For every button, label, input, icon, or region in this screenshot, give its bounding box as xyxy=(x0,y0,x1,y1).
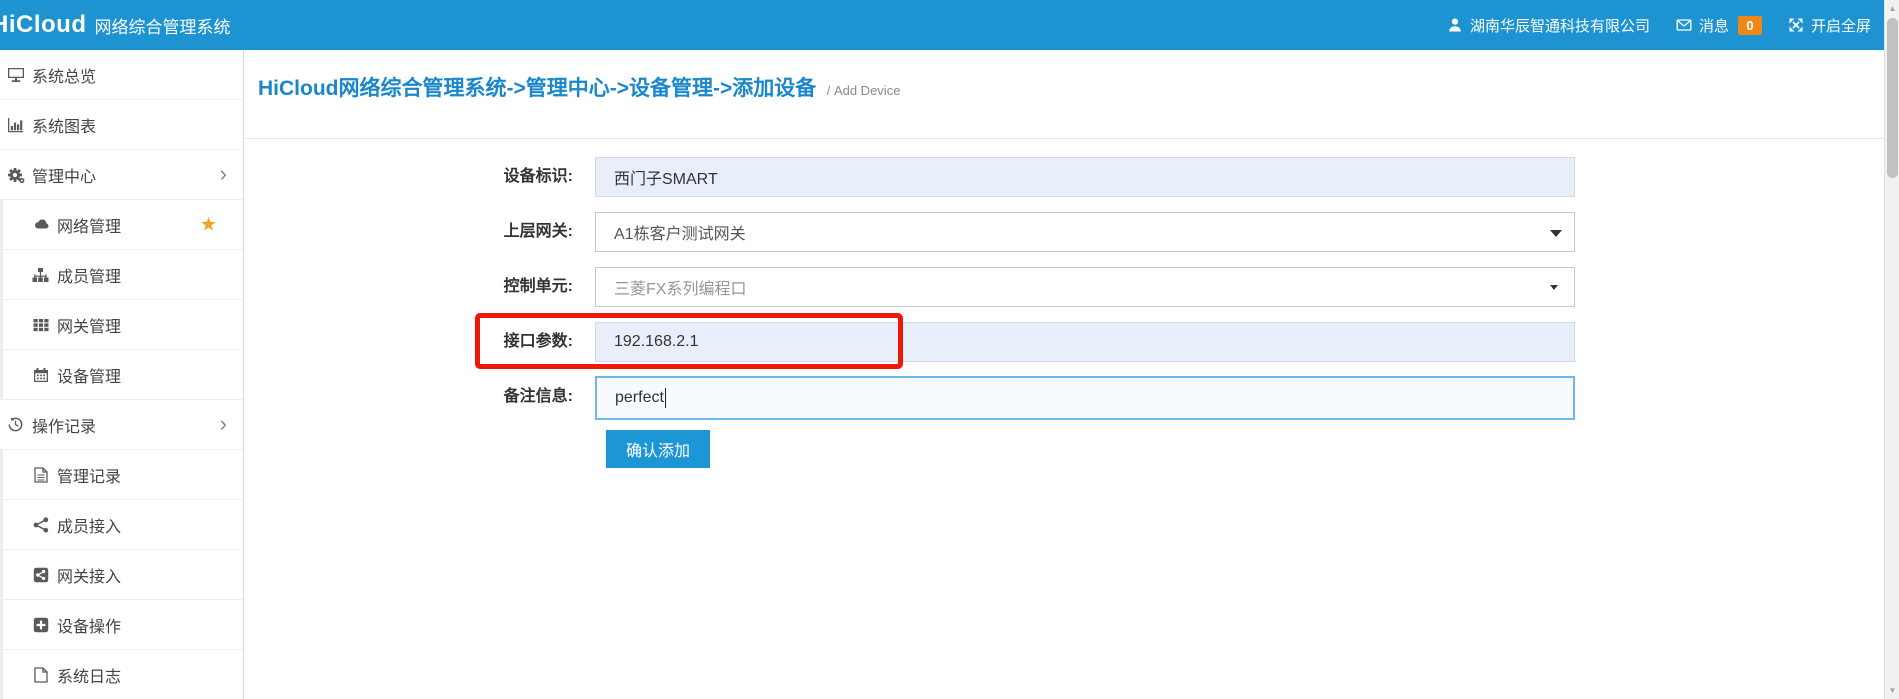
scrollbar-thumb[interactable] xyxy=(1887,18,1898,178)
star-icon[interactable]: ★ xyxy=(200,213,217,236)
form-row-interface-params: 接口参数: xyxy=(245,321,1575,363)
remarks-value: perfect xyxy=(615,389,664,407)
text-cursor xyxy=(665,388,667,408)
scroll-up-arrow[interactable]: ▲ xyxy=(1885,0,1899,17)
sitemap-icon xyxy=(31,265,50,284)
logo-text: HiCloud xyxy=(0,11,86,39)
messages-label: 消息 xyxy=(1699,15,1729,36)
messages-count-badge: 0 xyxy=(1738,16,1762,35)
cloud-icon xyxy=(31,215,50,234)
form-row-upper-gateway: 上层网关: A1栋客户测试网关 xyxy=(245,211,1575,253)
sidebar-item-admin-center[interactable]: 管理中心 › xyxy=(0,150,243,200)
header-actions: 湖南华辰智通科技有限公司 消息 0 开启全屏 xyxy=(1447,0,1871,50)
sidebar-item-network-management[interactable]: 网络管理 ★ xyxy=(0,200,243,250)
device-id-input[interactable] xyxy=(595,157,1575,197)
sidebar-item-label: 网关接入 xyxy=(57,563,121,587)
logo-subtitle: 网络综合管理系统 xyxy=(94,13,230,38)
control-unit-value: 三菱FX系列编程口 xyxy=(614,275,746,299)
app-window: HiCloud 网络综合管理系统 湖南华辰智通科技有限公司 消息 0 xyxy=(0,0,1899,699)
device-id-label: 设备标识: xyxy=(245,156,573,198)
bar-chart-icon xyxy=(6,115,25,134)
sidebar-item-system-overview[interactable]: 系统总览 xyxy=(0,50,243,100)
interface-params-label: 接口参数: xyxy=(245,321,573,363)
envelope-icon xyxy=(1676,17,1692,33)
share-icon xyxy=(31,515,50,534)
interface-params-input[interactable] xyxy=(595,322,1575,362)
upper-gateway-select[interactable]: A1栋客户测试网关 xyxy=(595,212,1575,252)
control-unit-label: 控制单元: xyxy=(245,266,573,308)
company-name: 湖南华辰智通科技有限公司 xyxy=(1470,15,1650,36)
content-divider xyxy=(245,138,1884,139)
user-icon xyxy=(1447,17,1463,33)
sidebar-item-label: 系统总览 xyxy=(32,63,96,87)
sidebar-item-member-access[interactable]: 成员接入 xyxy=(0,500,243,550)
sidebar-item-label: 管理中心 xyxy=(32,163,96,187)
app-logo[interactable]: HiCloud 网络综合管理系统 xyxy=(0,0,230,50)
sidebar-item-label: 网关管理 xyxy=(57,313,121,337)
breadcrumb-path: HiCloud网络综合管理系统->管理中心->设备管理->添加设备 xyxy=(258,77,816,100)
form-row-remarks: 备注信息: perfect xyxy=(245,376,1575,418)
control-unit-select[interactable]: 三菱FX系列编程口 xyxy=(595,267,1575,307)
breadcrumb-suffix: / Add Device xyxy=(827,83,901,98)
sidebar-item-operation-records[interactable]: 操作记录 › xyxy=(0,400,243,450)
caret-down-icon xyxy=(1550,285,1558,290)
sidebar-item-label: 操作记录 xyxy=(32,413,96,437)
vertical-scrollbar[interactable]: ▲ ▼ xyxy=(1884,0,1899,699)
form-row-control-unit: 控制单元: 三菱FX系列编程口 xyxy=(245,266,1575,308)
share-square-icon xyxy=(31,565,50,584)
file-text-icon xyxy=(31,465,50,484)
file-icon xyxy=(31,665,50,684)
breadcrumb: HiCloud网络综合管理系统->管理中心->设备管理->添加设备 / Add … xyxy=(258,72,900,102)
sidebar-item-label: 网络管理 xyxy=(57,213,121,237)
confirm-add-button[interactable]: 确认添加 xyxy=(606,430,710,468)
remarks-label: 备注信息: xyxy=(245,376,573,418)
grid-icon xyxy=(31,315,50,334)
sidebar-item-system-charts[interactable]: 系统图表 xyxy=(0,100,243,150)
sidebar-item-gateway-management[interactable]: 网关管理 xyxy=(0,300,243,350)
history-icon xyxy=(6,415,25,434)
account-menu[interactable]: 湖南华辰智通科技有限公司 xyxy=(1447,15,1650,36)
calendar-icon xyxy=(31,365,50,384)
top-navbar: HiCloud 网络综合管理系统 湖南华辰智通科技有限公司 消息 0 xyxy=(0,0,1899,50)
chevron-right-icon: › xyxy=(220,413,227,435)
sidebar-item-label: 成员管理 xyxy=(57,263,121,287)
form-row-device-id: 设备标识: xyxy=(245,156,1575,198)
fullscreen-label: 开启全屏 xyxy=(1811,15,1871,36)
sidebar-item-member-management[interactable]: 成员管理 xyxy=(0,250,243,300)
sidebar-item-label: 系统日志 xyxy=(57,663,121,687)
sidebar-nav: 系统总览 系统图表 管理中心 › 网络管理 ★ 成员管理 xyxy=(0,50,244,699)
fullscreen-toggle[interactable]: 开启全屏 xyxy=(1788,15,1871,36)
chevron-right-icon: › xyxy=(220,163,227,185)
sidebar-item-gateway-access[interactable]: 网关接入 xyxy=(0,550,243,600)
fullscreen-icon xyxy=(1788,17,1804,33)
caret-down-icon xyxy=(1550,230,1562,237)
plus-square-icon xyxy=(31,615,50,634)
sidebar-item-admin-records[interactable]: 管理记录 xyxy=(0,450,243,500)
sidebar-item-label: 成员接入 xyxy=(57,513,121,537)
upper-gateway-label: 上层网关: xyxy=(245,211,573,253)
sidebar-item-label: 系统图表 xyxy=(32,113,96,137)
messages-menu[interactable]: 消息 0 xyxy=(1676,15,1762,36)
sidebar-item-label: 设备操作 xyxy=(57,613,121,637)
gears-icon xyxy=(6,165,25,184)
sidebar-item-label: 设备管理 xyxy=(57,363,121,387)
desktop-icon xyxy=(6,65,25,84)
upper-gateway-value: A1栋客户测试网关 xyxy=(614,220,746,244)
sidebar-item-system-logs[interactable]: 系统日志 xyxy=(0,650,243,699)
main-content: HiCloud网络综合管理系统->管理中心->设备管理->添加设备 / Add … xyxy=(245,50,1884,699)
scroll-down-arrow[interactable]: ▼ xyxy=(1885,682,1899,699)
remarks-input[interactable]: perfect xyxy=(595,376,1575,420)
sidebar-item-device-operations[interactable]: 设备操作 xyxy=(0,600,243,650)
sidebar-item-label: 管理记录 xyxy=(57,463,121,487)
sidebar-item-device-management[interactable]: 设备管理 xyxy=(0,350,243,400)
